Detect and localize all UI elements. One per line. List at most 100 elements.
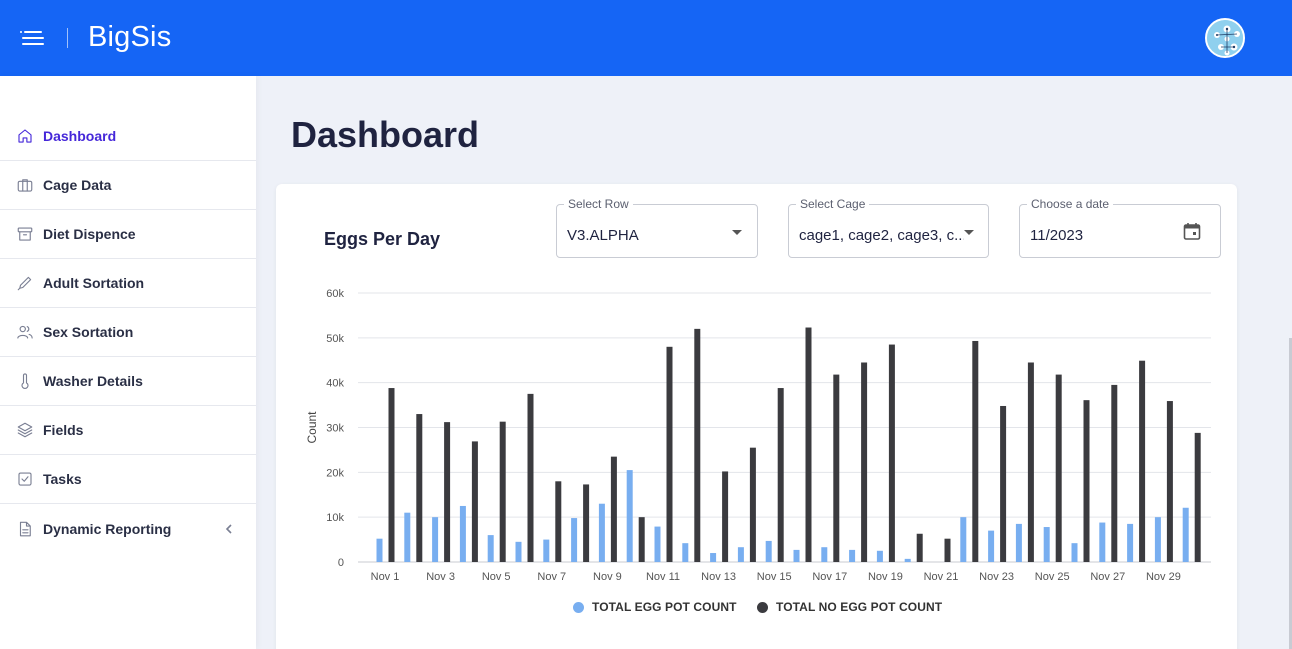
legend-label: TOTAL EGG POT COUNT — [592, 600, 737, 614]
select-cage-label: Select Cage — [796, 197, 870, 211]
y-tick-label: 20k — [326, 467, 344, 479]
x-tick-label: Nov 5 — [482, 571, 511, 583]
bar-no-egg-pot-count — [833, 374, 840, 562]
sidebar-item-adult-sortation[interactable]: Adult Sortation — [0, 259, 256, 308]
hamburger-menu-icon[interactable] — [18, 26, 48, 50]
bar-egg-pot-count — [459, 505, 466, 562]
bar-egg-pot-count — [487, 535, 494, 562]
sidebar-nav: Dashboard Cage Data Diet Dispence Adult … — [0, 112, 256, 553]
bar-no-egg-pot-count — [583, 484, 590, 562]
sidebar-item-label: Sex Sortation — [43, 324, 134, 340]
x-tick-label: Nov 29 — [1146, 571, 1181, 583]
select-row-value: V3.ALPHA — [567, 227, 639, 244]
page-title: Dashboard — [291, 114, 480, 155]
x-tick-label: Nov 11 — [646, 571, 680, 583]
bar-egg-pot-count — [598, 503, 605, 562]
y-tick-label: 40k — [326, 378, 344, 390]
bar-egg-pot-count — [682, 543, 689, 562]
sidebar-item-dynamic-reporting[interactable]: Dynamic Reporting — [0, 504, 256, 553]
calendar-icon[interactable] — [1182, 221, 1202, 241]
bar-no-egg-pot-count — [1166, 401, 1173, 562]
bar-egg-pot-count — [1071, 543, 1078, 562]
sidebar-item-label: Washer Details — [43, 373, 143, 389]
bar-egg-pot-count — [765, 540, 772, 562]
bar-egg-pot-count — [1154, 517, 1161, 562]
y-axis-label: Count — [305, 411, 319, 444]
x-tick-label: Nov 15 — [757, 571, 792, 583]
date-picker-value: 11/2023 — [1030, 227, 1084, 244]
bar-no-egg-pot-count — [444, 422, 451, 562]
bar-no-egg-pot-count — [471, 441, 478, 562]
x-tick-label: Nov 1 — [371, 571, 400, 583]
y-tick-label: 30k — [326, 423, 344, 435]
x-tick-label: Nov 17 — [812, 571, 847, 583]
y-tick-label: 10k — [326, 512, 344, 524]
x-tick-label: Nov 23 — [979, 571, 1014, 583]
bar-no-egg-pot-count — [610, 456, 617, 562]
sidebar-item-label: Diet Dispence — [43, 226, 136, 242]
sidebar-item-washer-details[interactable]: Washer Details — [0, 357, 256, 406]
bar-no-egg-pot-count — [499, 421, 506, 562]
chart-title: Eggs Per Day — [324, 229, 441, 249]
date-picker-field[interactable]: Choose a date 11/2023 — [1019, 197, 1221, 258]
date-picker-label: Choose a date — [1027, 197, 1114, 211]
sidebar-item-tasks[interactable]: Tasks — [0, 455, 256, 504]
sidebar-item-label: Dashboard — [43, 128, 117, 144]
y-tick-label: 0 — [338, 557, 344, 569]
document-icon — [16, 520, 34, 538]
select-cage-dropdown[interactable]: Select Cage cage1, cage2, cage3, c... — [788, 197, 989, 258]
sidebar-item-dashboard[interactable]: Dashboard — [0, 112, 256, 161]
chart-legend: TOTAL EGG POT COUNT TOTAL NO EGG POT COU… — [276, 600, 1237, 614]
sidebar-item-label: Dynamic Reporting — [43, 520, 172, 537]
select-cage-value: cage1, cage2, cage3, c... — [799, 227, 964, 244]
sidebar-item-fields[interactable]: Fields — [0, 406, 256, 455]
dropdown-caret-icon — [964, 230, 974, 235]
bar-egg-pot-count — [821, 547, 828, 562]
dropdown-caret-icon — [732, 230, 742, 235]
legend-swatch — [573, 601, 584, 613]
chevron-left-icon[interactable] — [224, 522, 234, 534]
sidebar-item-label: Cage Data — [43, 177, 112, 193]
x-tick-label: Nov 3 — [426, 571, 455, 583]
y-tick-label: 60k — [326, 288, 344, 300]
archive-icon — [16, 225, 34, 243]
x-tick-label: Nov 19 — [868, 571, 903, 583]
avatar-logo-icon — [1207, 20, 1243, 56]
bar-no-egg-pot-count — [638, 517, 645, 562]
select-row-dropdown[interactable]: Select Row V3.ALPHA — [556, 197, 758, 258]
app-title: BigSis — [88, 21, 172, 53]
bar-egg-pot-count — [1043, 527, 1050, 562]
x-tick-label: Nov 21 — [924, 571, 959, 583]
bar-no-egg-pot-count — [1000, 405, 1007, 562]
x-tick-label: Nov 9 — [593, 571, 622, 583]
bar-egg-pot-count — [710, 553, 717, 562]
bar-egg-pot-count — [654, 526, 661, 562]
bar-no-egg-pot-count — [388, 388, 395, 562]
eggs-per-day-card: 0 10k 20k 30k 40k 50k 60k Count Nov 1 Nov 3 Nov 5 N… — [276, 184, 1237, 649]
bar-no-egg-pot-count — [777, 388, 784, 562]
layers-icon — [16, 421, 34, 439]
bar-no-egg-pot-count — [1027, 362, 1034, 562]
briefcase-icon — [16, 176, 34, 194]
users-icon — [16, 323, 34, 341]
sidebar-item-diet-dispence[interactable]: Diet Dispence — [0, 210, 256, 259]
x-tick-label: Nov 13 — [701, 571, 736, 583]
legend-item-no-egg-pot[interactable]: TOTAL NO EGG POT COUNT — [757, 600, 942, 614]
bar-no-egg-pot-count — [888, 344, 895, 562]
bar-egg-pot-count — [793, 549, 800, 562]
bar-egg-pot-count — [849, 549, 856, 562]
bar-egg-pot-count — [1015, 523, 1022, 562]
top-app-bar: BigSis — [0, 0, 1292, 76]
bar-no-egg-pot-count — [666, 346, 673, 562]
bar-egg-pot-count — [904, 558, 911, 562]
bar-no-egg-pot-count — [916, 533, 923, 562]
legend-item-egg-pot[interactable]: TOTAL EGG POT COUNT — [573, 600, 737, 614]
sidebar-item-sex-sortation[interactable]: Sex Sortation — [0, 308, 256, 357]
bar-no-egg-pot-count — [694, 328, 701, 562]
sidebar-item-cage-data[interactable]: Cage Data — [0, 161, 256, 210]
x-tick-label: Nov 25 — [1035, 571, 1070, 583]
bar-egg-pot-count — [960, 517, 967, 562]
bar-no-egg-pot-count — [527, 393, 534, 562]
bar-egg-pot-count — [543, 539, 550, 562]
avatar[interactable] — [1205, 18, 1245, 58]
